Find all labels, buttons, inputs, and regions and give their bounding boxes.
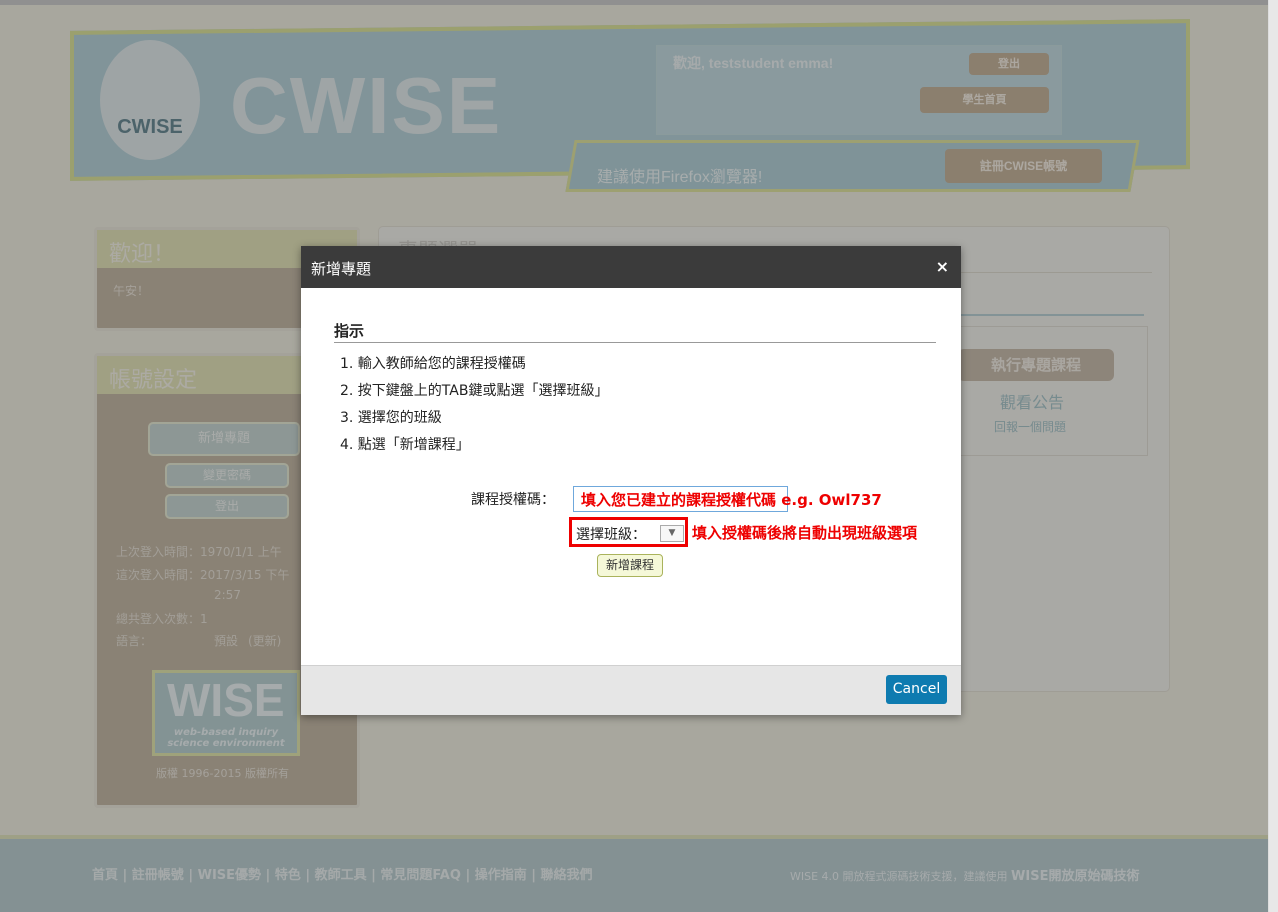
dialog-footer (301, 665, 961, 715)
instruction-step-2: 2. 按下鍵盤上的TAB鍵或點選「選擇班級」 (340, 383, 609, 399)
class-label: 選擇班級： (576, 527, 646, 543)
class-annotation: 填入授權碼後將自動出現班級選項 (692, 524, 918, 542)
code-label: 課程授權碼： (471, 492, 555, 508)
scrollbar[interactable] (1268, 0, 1278, 912)
instructions-divider (334, 342, 936, 343)
instruction-step-1: 1. 輸入教師給您的課程授權碼 (340, 356, 526, 372)
close-icon[interactable]: × (936, 257, 949, 276)
instructions-title: 指示 (334, 322, 365, 340)
class-select[interactable]: ▼ (660, 525, 684, 542)
cancel-button[interactable]: Cancel (886, 675, 947, 704)
dialog-title: 新增專題 (311, 260, 372, 278)
code-annotation: 填入您已建立的課程授權代碼 e.g. Owl737 (581, 491, 882, 509)
instruction-step-4: 4. 點選「新增課程」 (340, 437, 470, 453)
dialog-header: 新增專題 × (301, 246, 961, 288)
add-project-dialog: 新增專題 × 指示 1. 輸入教師給您的課程授權碼 2. 按下鍵盤上的TAB鍵或… (301, 246, 961, 715)
instruction-step-3: 3. 選擇您的班級 (340, 410, 442, 426)
add-course-button[interactable]: 新增課程 (597, 554, 663, 577)
